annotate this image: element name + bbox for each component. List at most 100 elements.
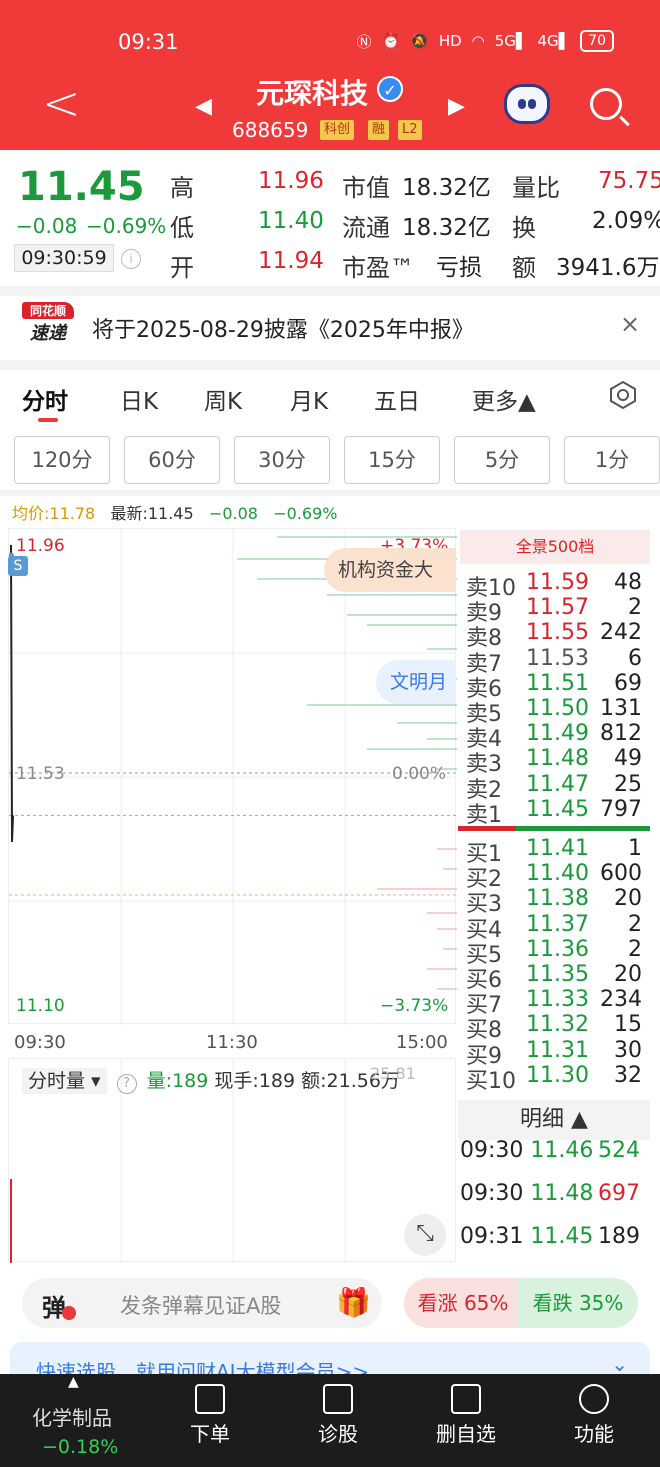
interval-5[interactable]: 5分 [454, 436, 550, 484]
order-book-title[interactable]: 全景500档 [460, 530, 650, 564]
expand-caret-icon[interactable]: ▲ [68, 1374, 79, 1390]
collapse-icon[interactable]: ⌄ [611, 1352, 628, 1376]
volume-selector[interactable]: 分时量 ▾ [22, 1068, 107, 1094]
bid-row[interactable]: 买4 11.37 2 [466, 912, 652, 943]
nav-order[interactable]: 下单 [190, 1384, 230, 1447]
close-icon[interactable]: × [620, 310, 640, 338]
danmu-bar[interactable]: 弹 发条弹幕见证A股 🎁 [22, 1278, 382, 1328]
pct-label-mid: 0.00% [392, 764, 447, 784]
ask-row[interactable]: 卖1 11.45 797 [466, 797, 652, 828]
danmu-icon: 弹 [42, 1294, 66, 1322]
info-icon[interactable]: i [121, 249, 141, 269]
tab-more[interactable]: 更多▲ [472, 382, 536, 416]
bullish-button[interactable]: 看涨 65% [404, 1278, 522, 1328]
tab-five-day[interactable]: 五日 [374, 382, 420, 416]
pct-label-bottom: −3.73% [380, 996, 449, 1016]
volume-header: 分时量 ▾ ? 量:189 现手:189 额:21.56万 [22, 1066, 400, 1094]
nav-diagnose[interactable]: 诊股 [318, 1384, 358, 1447]
bid-row[interactable]: 买3 11.38 20 [466, 886, 652, 917]
ask-row[interactable]: 卖9 11.57 2 [466, 595, 652, 626]
bid-row[interactable]: 买8 11.32 15 [466, 1012, 652, 1043]
asks-volume: 48 [614, 570, 642, 595]
value-open: 11.94 [258, 248, 324, 274]
intraday-chart[interactable] [8, 528, 457, 1025]
next-stock-arrow-icon[interactable]: ▶ [448, 94, 465, 119]
back-button[interactable]: < [42, 80, 81, 126]
signal-4g-icon: 4G▌ [537, 32, 571, 50]
fullscreen-icon[interactable]: ⤡ [404, 1214, 446, 1256]
bid-row[interactable]: 买5 11.36 2 [466, 937, 652, 968]
label-open: 开 [170, 254, 194, 282]
bid-row[interactable]: 买7 11.33 234 [466, 987, 652, 1018]
tab-active-underline [38, 418, 58, 422]
trade-volume: 189 [598, 1224, 640, 1249]
s-marker[interactable]: S [8, 556, 28, 576]
ask-row[interactable]: 卖10 11.59 48 [466, 570, 652, 601]
price-line [10, 544, 14, 842]
bid-row[interactable]: 买10 11.30 32 [466, 1063, 652, 1094]
logo-top-text: 同花顺 [22, 302, 74, 319]
ask-row[interactable]: 卖3 11.48 49 [466, 746, 652, 777]
nav-remove-watchlist[interactable]: 删自选 [436, 1384, 496, 1447]
wenming-chip[interactable]: 文明月 [376, 660, 456, 704]
bids-label: 买10 [466, 1068, 516, 1094]
nav-functions-label: 功能 [574, 1422, 614, 1446]
ask-row[interactable]: 卖6 11.51 69 [466, 671, 652, 702]
divider [0, 360, 660, 370]
bid-row[interactable]: 买2 11.40 600 [466, 861, 652, 892]
interval-30[interactable]: 30分 [234, 436, 330, 484]
interval-15[interactable]: 15分 [344, 436, 440, 484]
asks-price: 11.47 [526, 771, 589, 797]
nav-functions[interactable]: 功能 [574, 1384, 614, 1447]
bids-price: 11.40 [526, 861, 589, 887]
prev-stock-arrow-icon[interactable]: ◀ [195, 94, 212, 119]
nfc-icon: Ⓝ [356, 32, 372, 51]
ask-row[interactable]: 卖8 11.55 242 [466, 620, 652, 651]
volume-ghost-value: 25.81 [370, 1064, 416, 1083]
tab-weekly-k[interactable]: 周K [204, 382, 242, 416]
ai-robot-icon[interactable] [504, 84, 550, 124]
value-float: 18.32亿 [402, 215, 491, 241]
detail-tab[interactable]: 明细 ▲ [458, 1100, 650, 1140]
tab-monthly-k[interactable]: 月K [290, 382, 328, 416]
order-book-divider [458, 826, 650, 831]
bearish-button[interactable]: 看跌 35% [518, 1278, 638, 1328]
news-banner[interactable]: 同花顺 速递 将于2025-08-29披露《2025年中报》 × [0, 296, 660, 360]
value-turnover: 2.09% [592, 208, 660, 234]
trade-volume: 524 [598, 1138, 640, 1163]
bid-row[interactable]: 买1 11.41 1 [466, 836, 652, 867]
interval-60[interactable]: 60分 [124, 436, 220, 484]
help-icon[interactable]: ? [116, 1074, 137, 1094]
settings-hexagon-icon[interactable] [608, 380, 638, 410]
diagnose-icon [323, 1384, 353, 1414]
current-price: 11.45 [18, 164, 145, 210]
ask-row[interactable]: 卖7 11.53 6 [466, 646, 652, 677]
interval-1[interactable]: 1分 [564, 436, 660, 484]
price-change-pct: −0.69% [86, 214, 167, 238]
tab-daily-k[interactable]: 日K [120, 382, 158, 416]
volume-value: 量:189 [146, 1070, 209, 1092]
asks-price: 11.55 [526, 620, 589, 646]
bid-row[interactable]: 买6 11.35 20 [466, 962, 652, 993]
ask-row[interactable]: 卖4 11.49 812 [466, 721, 652, 752]
trade-row: 09:30 11.46 524 [460, 1138, 650, 1163]
institutional-funds-chip[interactable]: 机构资金大 [324, 548, 456, 592]
x-label-start: 09:30 [14, 1032, 66, 1053]
chart-header: 均价:11.78 最新:11.45 −0.08 −0.69% [12, 500, 337, 524]
ask-row[interactable]: 卖5 11.50 131 [466, 696, 652, 727]
label-high: 高 [170, 174, 194, 202]
interval-120[interactable]: 120分 [14, 436, 110, 484]
tab-intraday[interactable]: 分时 [22, 382, 68, 416]
search-icon[interactable] [590, 88, 622, 120]
value-high: 11.96 [258, 168, 324, 194]
sector-name[interactable]: 化学制品 [32, 1402, 112, 1431]
gift-icon[interactable]: 🎁 [336, 1286, 371, 1319]
asks-price: 11.59 [526, 570, 589, 595]
banner-text: 将于2025-08-29披露《2025年中报》 [92, 318, 474, 343]
latest-pct: −0.69% [273, 504, 338, 523]
bid-row[interactable]: 买9 11.31 30 [466, 1037, 652, 1069]
ask-row[interactable]: 卖2 11.47 25 [466, 771, 652, 803]
danmu-badge-icon [62, 1306, 76, 1320]
bids-volume: 30 [614, 1037, 642, 1063]
stock-code: 688659 [232, 118, 309, 142]
